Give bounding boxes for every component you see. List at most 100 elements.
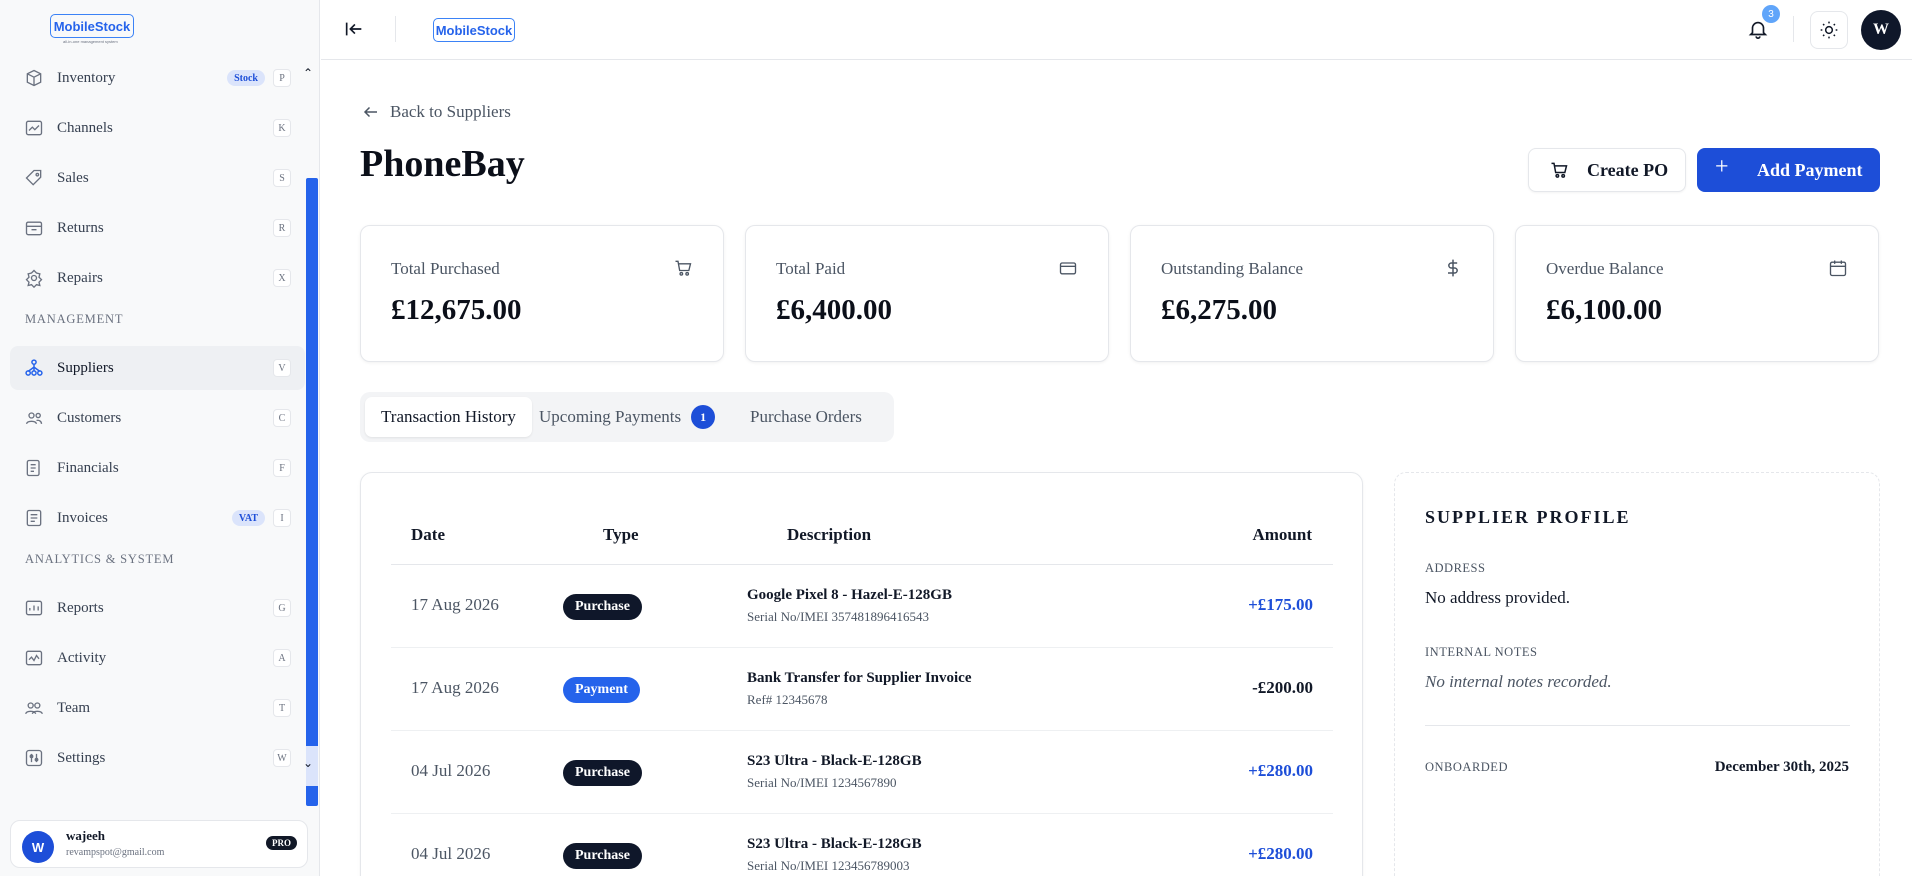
divider	[1425, 725, 1850, 726]
row-amount: +£280.00	[1248, 844, 1313, 863]
shortcut-key: C	[273, 409, 291, 427]
table-row[interactable]: 04 Jul 2026 Purchase S23 Ultra - Black-E…	[391, 731, 1333, 814]
sidebar-item-label: Sales	[57, 169, 89, 186]
sidebar-item-invoices[interactable]: Invoices VAT I	[10, 496, 305, 540]
stat-card-total-purchased: Total Purchased £12,675.00	[360, 225, 724, 362]
type-badge: Payment	[563, 677, 640, 703]
sidebar: MobileStock all-in-one management system …	[0, 0, 320, 876]
sidebar-item-activity[interactable]: Activity A	[10, 636, 305, 680]
sun-icon	[1820, 21, 1838, 39]
create-po-button[interactable]: Create PO	[1528, 148, 1686, 192]
supplier-profile-card: SUPPLIER PROFILE ADDRESS No address prov…	[1394, 472, 1880, 876]
shortcut-key: W	[273, 749, 291, 767]
notes-label: INTERNAL NOTES	[1425, 645, 1538, 659]
tab-label: Purchase Orders	[750, 407, 862, 426]
shortcut-key: P	[273, 69, 291, 87]
type-badge: Purchase	[563, 843, 642, 869]
row-subtext: Serial No/IMEI 123456789003	[747, 858, 910, 873]
sidebar-scrollbar[interactable]	[306, 178, 318, 806]
wrench-icon	[25, 269, 43, 288]
row-subtext: Serial No/IMEI 357481896416543	[747, 609, 929, 624]
sidebar-item-repairs[interactable]: Repairs X	[10, 256, 305, 300]
sidebar-item-label: Inventory	[57, 69, 116, 86]
sidebar-item-customers[interactable]: Customers C	[10, 396, 305, 440]
count-badge: 1	[691, 405, 716, 429]
shortcut-key: X	[273, 269, 291, 287]
sidebar-item-financials[interactable]: Financials F	[10, 446, 305, 490]
stat-card-total-paid: Total Paid £6,400.00	[745, 225, 1109, 362]
table-row[interactable]: 17 Aug 2026 Payment Bank Transfer for Su…	[391, 648, 1333, 731]
dollar-icon	[1448, 259, 1458, 277]
table-row[interactable]: 17 Aug 2026 Purchase Google Pixel 8 - Ha…	[391, 565, 1333, 648]
sidebar-item-label: Settings	[57, 749, 106, 766]
stat-card-overdue-balance: Overdue Balance £6,100.00	[1515, 225, 1879, 362]
arrow-left-icon	[363, 106, 377, 118]
stat-label: Overdue Balance	[1546, 259, 1664, 278]
sidebar-item-label: Financials	[57, 459, 119, 476]
plan-badge: PRO	[266, 836, 297, 850]
sidebar-item-returns[interactable]: Returns R	[10, 206, 305, 250]
row-subtext: Serial No/IMEI 1234567890	[747, 775, 897, 790]
sidebar-item-label: Team	[57, 699, 91, 716]
chart-icon	[25, 120, 43, 136]
create-po-label: Create PO	[1587, 159, 1669, 180]
scroll-up-icon[interactable]: ⌃	[303, 66, 313, 81]
sidebar-item-team[interactable]: Team T	[10, 686, 305, 730]
sidebar-item-suppliers[interactable]: Suppliers V	[10, 346, 305, 390]
user-card[interactable]: W wajeeh revampspot@gmail.com PRO	[10, 820, 308, 868]
tab-purchase-orders[interactable]: Purchase Orders	[734, 397, 878, 437]
tab-transaction-history[interactable]: Transaction History	[365, 397, 532, 437]
cart-icon	[1551, 162, 1568, 178]
ledger-icon	[26, 459, 40, 477]
profile-avatar[interactable]: W	[1861, 10, 1901, 50]
column-header-date: Date	[411, 525, 445, 544]
shortcut-key: A	[273, 649, 291, 667]
shortcut-key: G	[273, 599, 291, 617]
shortcut-key: I	[273, 509, 291, 527]
row-description: S23 Ultra - Black-E-128GB	[747, 836, 922, 852]
stat-value: £6,400.00	[776, 294, 892, 326]
column-header-description: Description	[787, 525, 872, 544]
stat-label: Total Purchased	[391, 259, 500, 278]
box-icon	[26, 69, 42, 87]
address-label: ADDRESS	[1425, 561, 1486, 575]
notification-count-badge: 3	[1762, 5, 1780, 23]
shortcut-key: V	[273, 359, 291, 377]
collapse-sidebar-icon[interactable]	[343, 18, 365, 40]
sidebar-item-label: Repairs	[57, 269, 103, 286]
settings-icon	[25, 749, 43, 767]
stat-card-outstanding-balance: Outstanding Balance £6,275.00	[1130, 225, 1494, 362]
header-logo[interactable]: MobileStock	[433, 18, 515, 42]
shortcut-key: R	[273, 219, 291, 237]
sidebar-item-label: Invoices	[57, 509, 108, 526]
vat-badge: VAT	[231, 510, 265, 526]
sidebar-logo[interactable]: MobileStock all-in-one management system	[50, 14, 134, 44]
sidebar-item-sales[interactable]: Sales S	[10, 156, 305, 200]
sidebar-item-label: Returns	[57, 219, 104, 236]
users-icon	[25, 412, 43, 425]
scroll-down-icon[interactable]: ⌄	[303, 756, 313, 771]
sidebar-item-label: Activity	[57, 649, 107, 666]
stat-label: Total Paid	[776, 259, 846, 278]
sidebar-item-channels[interactable]: Channels K	[10, 106, 305, 150]
type-badge: Purchase	[563, 594, 642, 620]
stat-value: £6,275.00	[1161, 294, 1277, 326]
type-badge: Purchase	[563, 760, 642, 786]
tab-upcoming-payments[interactable]: Upcoming Payments 1	[523, 397, 731, 437]
sidebar-item-reports[interactable]: Reports G	[10, 586, 305, 630]
theme-toggle-button[interactable]	[1810, 11, 1848, 49]
row-description: Google Pixel 8 - Hazel-E-128GB	[747, 587, 952, 603]
invoice-icon	[26, 509, 42, 527]
stock-badge: Stock	[227, 70, 265, 86]
stat-value: £12,675.00	[391, 294, 522, 326]
table-row[interactable]: 04 Jul 2026 Purchase S23 Ultra - Black-E…	[391, 814, 1333, 876]
sidebar-item-inventory[interactable]: Inventory Stock P	[10, 56, 305, 100]
tab-list: Transaction History Upcoming Payments 1 …	[360, 392, 894, 442]
row-amount: +£280.00	[1248, 761, 1313, 780]
cart-icon	[675, 260, 692, 276]
add-payment-button[interactable]: + Add Payment	[1697, 148, 1880, 192]
sidebar-item-settings[interactable]: Settings W	[10, 736, 305, 780]
report-icon	[25, 600, 43, 616]
back-to-suppliers-link[interactable]: Back to Suppliers	[362, 102, 511, 122]
sidebar-item-label: Suppliers	[57, 359, 114, 376]
